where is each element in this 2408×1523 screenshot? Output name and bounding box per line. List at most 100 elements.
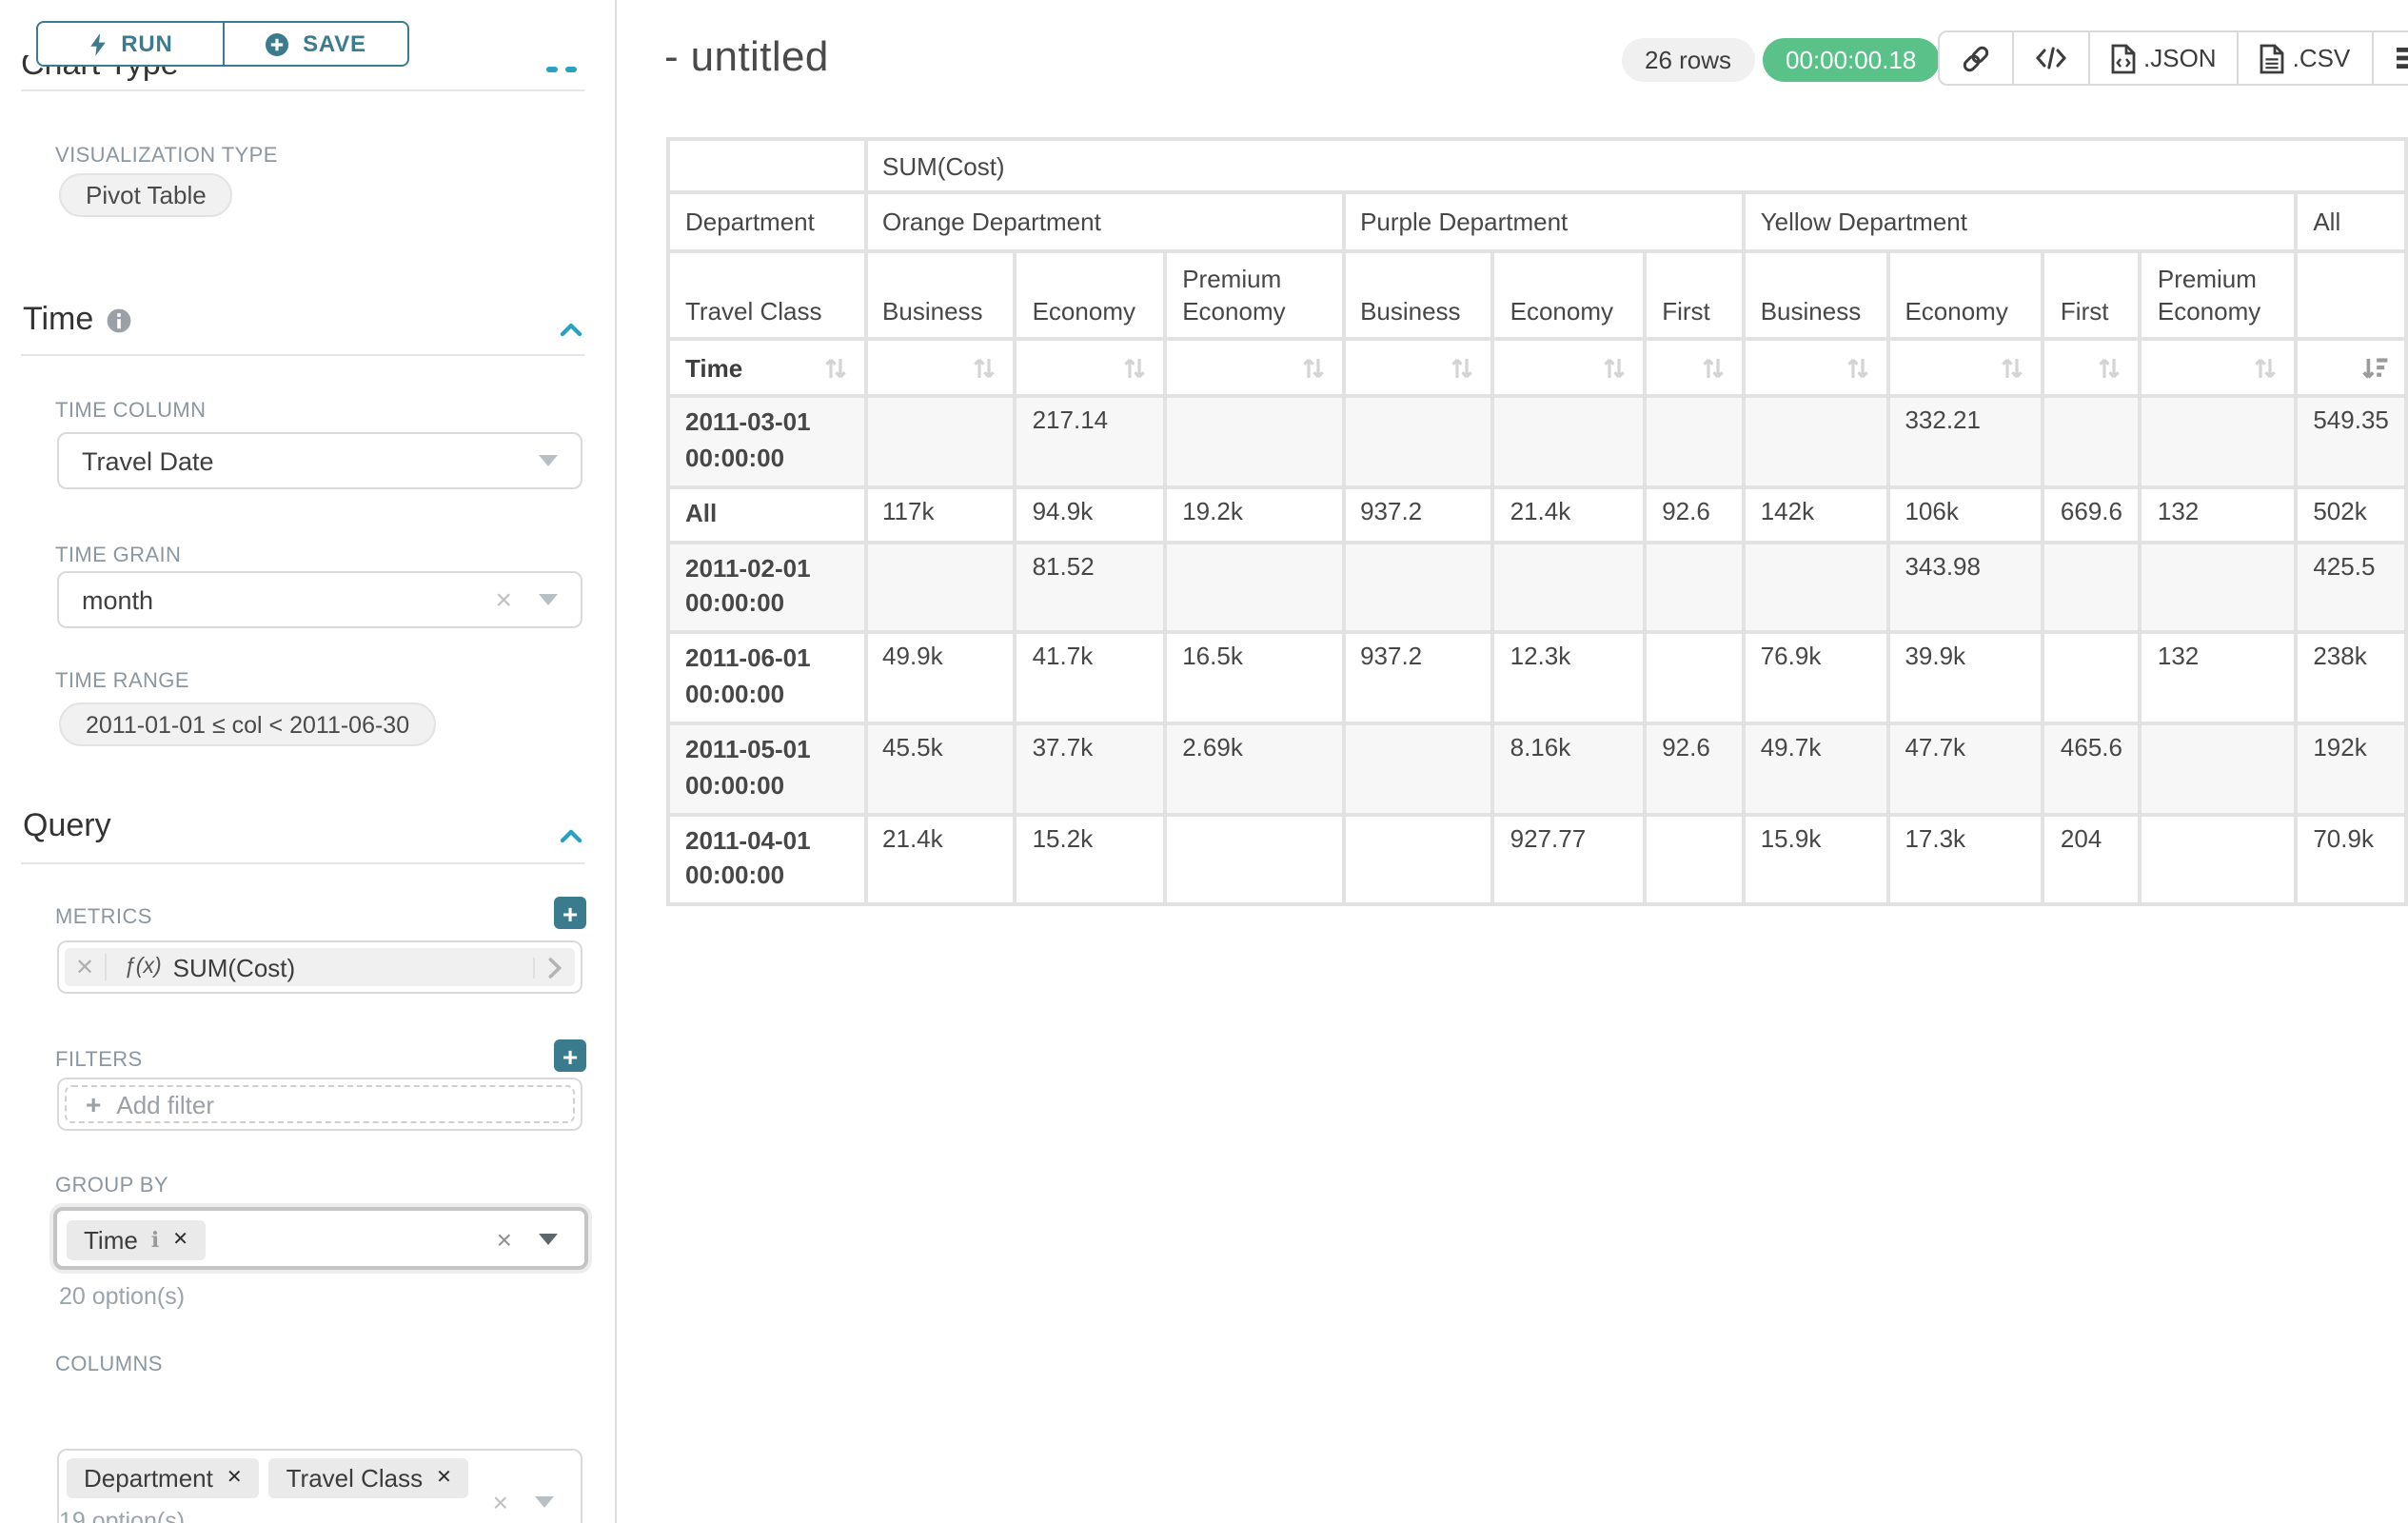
- chevron-down-icon[interactable]: [535, 1496, 554, 1508]
- metric-header-cell: SUM(Cost): [867, 141, 2404, 190]
- option-pill[interactable]: Department✕: [67, 1458, 260, 1498]
- add-filter-button[interactable]: +: [554, 1039, 586, 1072]
- sort-cell: [1746, 341, 1886, 394]
- pivot-table-container: SUM(Cost)DepartmentOrange DepartmentPurp…: [666, 137, 2408, 907]
- value-cell: 76.9k: [1746, 634, 1886, 721]
- value-cell: [1746, 398, 1886, 485]
- value-cell: 238k: [2298, 634, 2404, 721]
- view-query-button[interactable]: [2012, 32, 2088, 84]
- option-pill[interactable]: Timei✕: [67, 1220, 206, 1260]
- export-json-button[interactable]: .JSON: [2088, 32, 2238, 84]
- time-range-pill[interactable]: 2011-01-01 ≤ col < 2011-06-30: [59, 702, 436, 746]
- metric-pill[interactable]: ✕ ƒ(x) SUM(Cost): [65, 948, 575, 986]
- row-label-cell: 2011-06-01 00:00:00: [670, 634, 863, 721]
- divider: [21, 862, 584, 864]
- travel-class-header: Premium Economy: [2142, 253, 2294, 337]
- row-count-badge: 26 rows: [1622, 38, 1754, 82]
- sort-cell: [1345, 341, 1491, 394]
- remove-option-icon[interactable]: ✕: [436, 1468, 452, 1489]
- time-column-value: Travel Date: [82, 446, 539, 475]
- sort-icon[interactable]: [1299, 355, 1326, 380]
- chevron-down-icon: [539, 455, 558, 466]
- sort-icon[interactable]: [2097, 355, 2123, 380]
- value-cell: 92.6: [1647, 725, 1742, 812]
- time-grain-select[interactable]: month ×: [57, 571, 582, 628]
- value-cell: 132: [2142, 488, 2294, 540]
- export-csv-label: .CSV: [2293, 44, 2351, 72]
- share-link-button[interactable]: [1940, 32, 2012, 84]
- export-toolbar: .JSON .CSV: [1938, 30, 2408, 86]
- value-cell: 94.9k: [1017, 488, 1164, 540]
- export-csv-button[interactable]: .CSV: [2238, 32, 2372, 84]
- metric-value: SUM(Cost): [173, 953, 296, 981]
- remove-option-icon[interactable]: ✕: [172, 1230, 188, 1251]
- department-group-header: All: [2298, 194, 2404, 249]
- pivot-table: SUM(Cost)DepartmentOrange DepartmentPurp…: [666, 137, 2408, 907]
- time-section-title: Time: [23, 301, 93, 339]
- sort-icon[interactable]: [1450, 355, 1476, 380]
- info-icon: [107, 307, 131, 332]
- sort-cell: [2045, 341, 2139, 394]
- sort-icon[interactable]: [1601, 355, 1628, 380]
- remove-metric-icon[interactable]: ✕: [65, 954, 107, 980]
- link-icon: [1961, 43, 1991, 73]
- viz-type-label: VISUALIZATION TYPE: [55, 145, 278, 168]
- row-label-cell: All: [670, 488, 863, 540]
- query-section-header: Query: [23, 807, 111, 845]
- value-cell: 217.14: [1017, 398, 1164, 485]
- value-cell: 37.7k: [1017, 725, 1164, 812]
- divider: [21, 354, 584, 356]
- collapse-chevron-icon[interactable]: [560, 312, 582, 327]
- value-cell: [1167, 398, 1341, 485]
- group-by-label: GROUP BY: [55, 1175, 168, 1197]
- value-cell: 106k: [1889, 488, 2041, 540]
- sort-icon[interactable]: [1700, 355, 1727, 380]
- option-pill[interactable]: Travel Class✕: [269, 1458, 469, 1498]
- value-cell: 15.9k: [1746, 816, 1886, 902]
- add-metric-button[interactable]: +: [554, 897, 586, 929]
- save-button[interactable]: SAVE: [222, 23, 407, 65]
- menu-button[interactable]: [2371, 32, 2408, 84]
- collapse-chevron-icon[interactable]: [560, 819, 582, 834]
- clear-icon[interactable]: ×: [497, 1225, 512, 1252]
- value-cell: [867, 544, 1014, 630]
- travel-class-header: First: [1647, 253, 1742, 337]
- sort-icon[interactable]: [2252, 355, 2279, 380]
- value-cell: [1345, 725, 1491, 812]
- group-by-select[interactable]: Timei✕ ×: [53, 1207, 588, 1270]
- value-cell: [2142, 544, 2294, 630]
- row2-corner-cell: Department: [670, 194, 863, 249]
- add-filter-dropzone[interactable]: + Add filter: [65, 1085, 575, 1123]
- remove-option-icon[interactable]: ✕: [227, 1468, 243, 1489]
- sort-icon[interactable]: [821, 355, 848, 380]
- run-button-label: RUN: [121, 30, 172, 57]
- run-button[interactable]: RUN: [38, 23, 222, 65]
- table-row: All117k94.9k19.2k937.221.4k92.6142k106k6…: [670, 488, 2404, 540]
- chart-title[interactable]: - untitled: [664, 32, 829, 82]
- table-row: 2011-03-01 00:00:00217.14332.21549.35: [670, 398, 2404, 485]
- row3-corner-cell: Travel Class: [670, 253, 863, 337]
- travel-class-header: Premium Economy: [1167, 253, 1341, 337]
- clear-icon[interactable]: ×: [493, 1489, 508, 1515]
- sort-icon[interactable]: [2000, 355, 2026, 380]
- clear-icon[interactable]: ×: [495, 585, 512, 614]
- value-cell: 47.7k: [1889, 725, 2041, 812]
- chevron-right-icon[interactable]: [533, 957, 575, 978]
- sort-cell: [1889, 341, 2041, 394]
- sort-icon[interactable]: [1121, 355, 1148, 380]
- time-range-label: TIME RANGE: [55, 670, 189, 693]
- travel-class-header: Business: [1345, 253, 1491, 337]
- value-cell: 21.4k: [1495, 488, 1644, 540]
- value-cell: 70.9k: [2298, 816, 2404, 902]
- time-column-select[interactable]: Travel Date: [57, 432, 582, 489]
- value-cell: 425.5: [2298, 544, 2404, 630]
- sort-icon[interactable]: [1844, 355, 1870, 380]
- row-label-cell: 2011-03-01 00:00:00: [670, 398, 863, 485]
- viz-type-pill[interactable]: Pivot Table: [59, 173, 233, 217]
- travel-class-header: Economy: [1017, 253, 1164, 337]
- sort-desc-icon[interactable]: [2360, 355, 2389, 380]
- chevron-down-icon[interactable]: [539, 1233, 558, 1244]
- value-cell: [1345, 544, 1491, 630]
- sort-icon[interactable]: [972, 355, 998, 380]
- value-cell: 49.9k: [867, 634, 1014, 721]
